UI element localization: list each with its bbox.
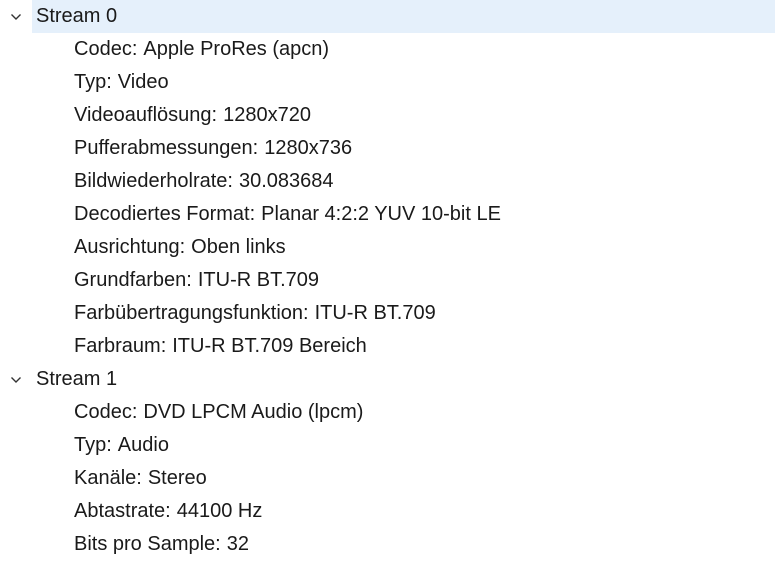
property-row[interactable]: Grundfarben: ITU-R BT.709 xyxy=(0,264,775,297)
property-key: Codec: xyxy=(74,401,138,423)
stream-node-0: Stream 0 Codec: Apple ProRes (apcn) Typ: V… xyxy=(0,0,775,363)
stream-0-header[interactable]: Stream 0 xyxy=(11,0,775,33)
stream-label: Stream 1 xyxy=(36,368,118,390)
chevron-down-icon[interactable] xyxy=(0,363,32,396)
property-key: Kanäle: xyxy=(74,467,142,489)
chevron-down-icon[interactable] xyxy=(0,0,32,33)
property-key: Typ: xyxy=(74,434,112,456)
property-row[interactable]: Videoauflösung: 1280x720 xyxy=(0,99,775,132)
property-row[interactable]: Codec: DVD LPCM Audio (lpcm) xyxy=(0,396,775,429)
stream-1-header[interactable]: Stream 1 xyxy=(0,363,775,396)
stream-0-properties: Codec: Apple ProRes (apcn) Typ: Video Vide… xyxy=(0,33,775,363)
stream-1-properties: Codec: DVD LPCM Audio (lpcm) Typ: Audio Ka… xyxy=(0,396,775,561)
property-key: Typ: xyxy=(74,71,112,93)
property-row[interactable]: Farbübertragungsfunktion: ITU-R BT.709 xyxy=(0,297,775,330)
property-key: Bildwiederholrate: xyxy=(74,170,233,192)
property-value: DVD LPCM Audio (lpcm) xyxy=(143,401,364,423)
property-row[interactable]: Abtastrate: 44100 Hz xyxy=(0,495,775,528)
property-key: Ausrichtung: xyxy=(74,236,186,258)
property-value: Apple ProRes (apcn) xyxy=(143,38,330,60)
property-key: Decodiertes Format: xyxy=(74,203,256,225)
property-key: Farbraum: xyxy=(74,335,167,357)
property-value: ITU-R BT.709 Bereich xyxy=(172,335,367,357)
property-row[interactable]: Bits pro Sample: 32 xyxy=(0,528,775,561)
property-value: 1280x720 xyxy=(223,104,311,126)
property-row[interactable]: Pufferabmessungen: 1280x736 xyxy=(0,132,775,165)
property-row[interactable]: Codec: Apple ProRes (apcn) xyxy=(0,33,775,66)
property-key: Farbübertragungsfunktion: xyxy=(74,302,309,324)
property-value: 1280x736 xyxy=(264,137,353,159)
property-row[interactable]: Kanäle: Stereo xyxy=(0,462,775,495)
stream-label: Stream 0 xyxy=(36,5,118,27)
property-value: ITU-R BT.709 xyxy=(314,302,436,324)
property-row[interactable]: Ausrichtung: Oben links xyxy=(0,231,775,264)
property-value: Video xyxy=(117,71,169,93)
property-row[interactable]: Farbraum: ITU-R BT.709 Bereich xyxy=(0,330,775,363)
stream-node-1: Stream 1 Codec: DVD LPCM Audio (lpcm) Typ… xyxy=(0,363,775,561)
property-key: Pufferabmessungen: xyxy=(74,137,259,159)
property-value: 32 xyxy=(226,533,249,555)
property-value: ITU-R BT.709 xyxy=(197,269,320,291)
property-value: 44100 Hz xyxy=(176,500,263,522)
property-row[interactable]: Typ: Video xyxy=(0,66,775,99)
stream-info-tree: Stream 0 Codec: Apple ProRes (apcn) Typ: V… xyxy=(0,0,775,576)
property-key: Videoauflösung: xyxy=(74,104,218,126)
property-key: Grundfarben: xyxy=(74,269,192,291)
property-value: Planar 4:2:2 YUV 10-bit LE xyxy=(261,203,501,225)
property-key: Codec: xyxy=(74,38,138,60)
property-key: Abtastrate: xyxy=(74,500,171,522)
property-row[interactable]: Decodiertes Format: Planar 4:2:2 YUV 10-b… xyxy=(0,198,775,231)
property-key: Bits pro Sample: xyxy=(74,533,221,555)
property-value: Stereo xyxy=(147,467,207,489)
property-value: 30.083684 xyxy=(238,170,334,192)
property-value: Oben links xyxy=(191,236,286,258)
property-value: Audio xyxy=(117,434,169,456)
property-row[interactable]: Bildwiederholrate: 30.083684 xyxy=(0,165,775,198)
property-row[interactable]: Typ: Audio xyxy=(0,429,775,462)
